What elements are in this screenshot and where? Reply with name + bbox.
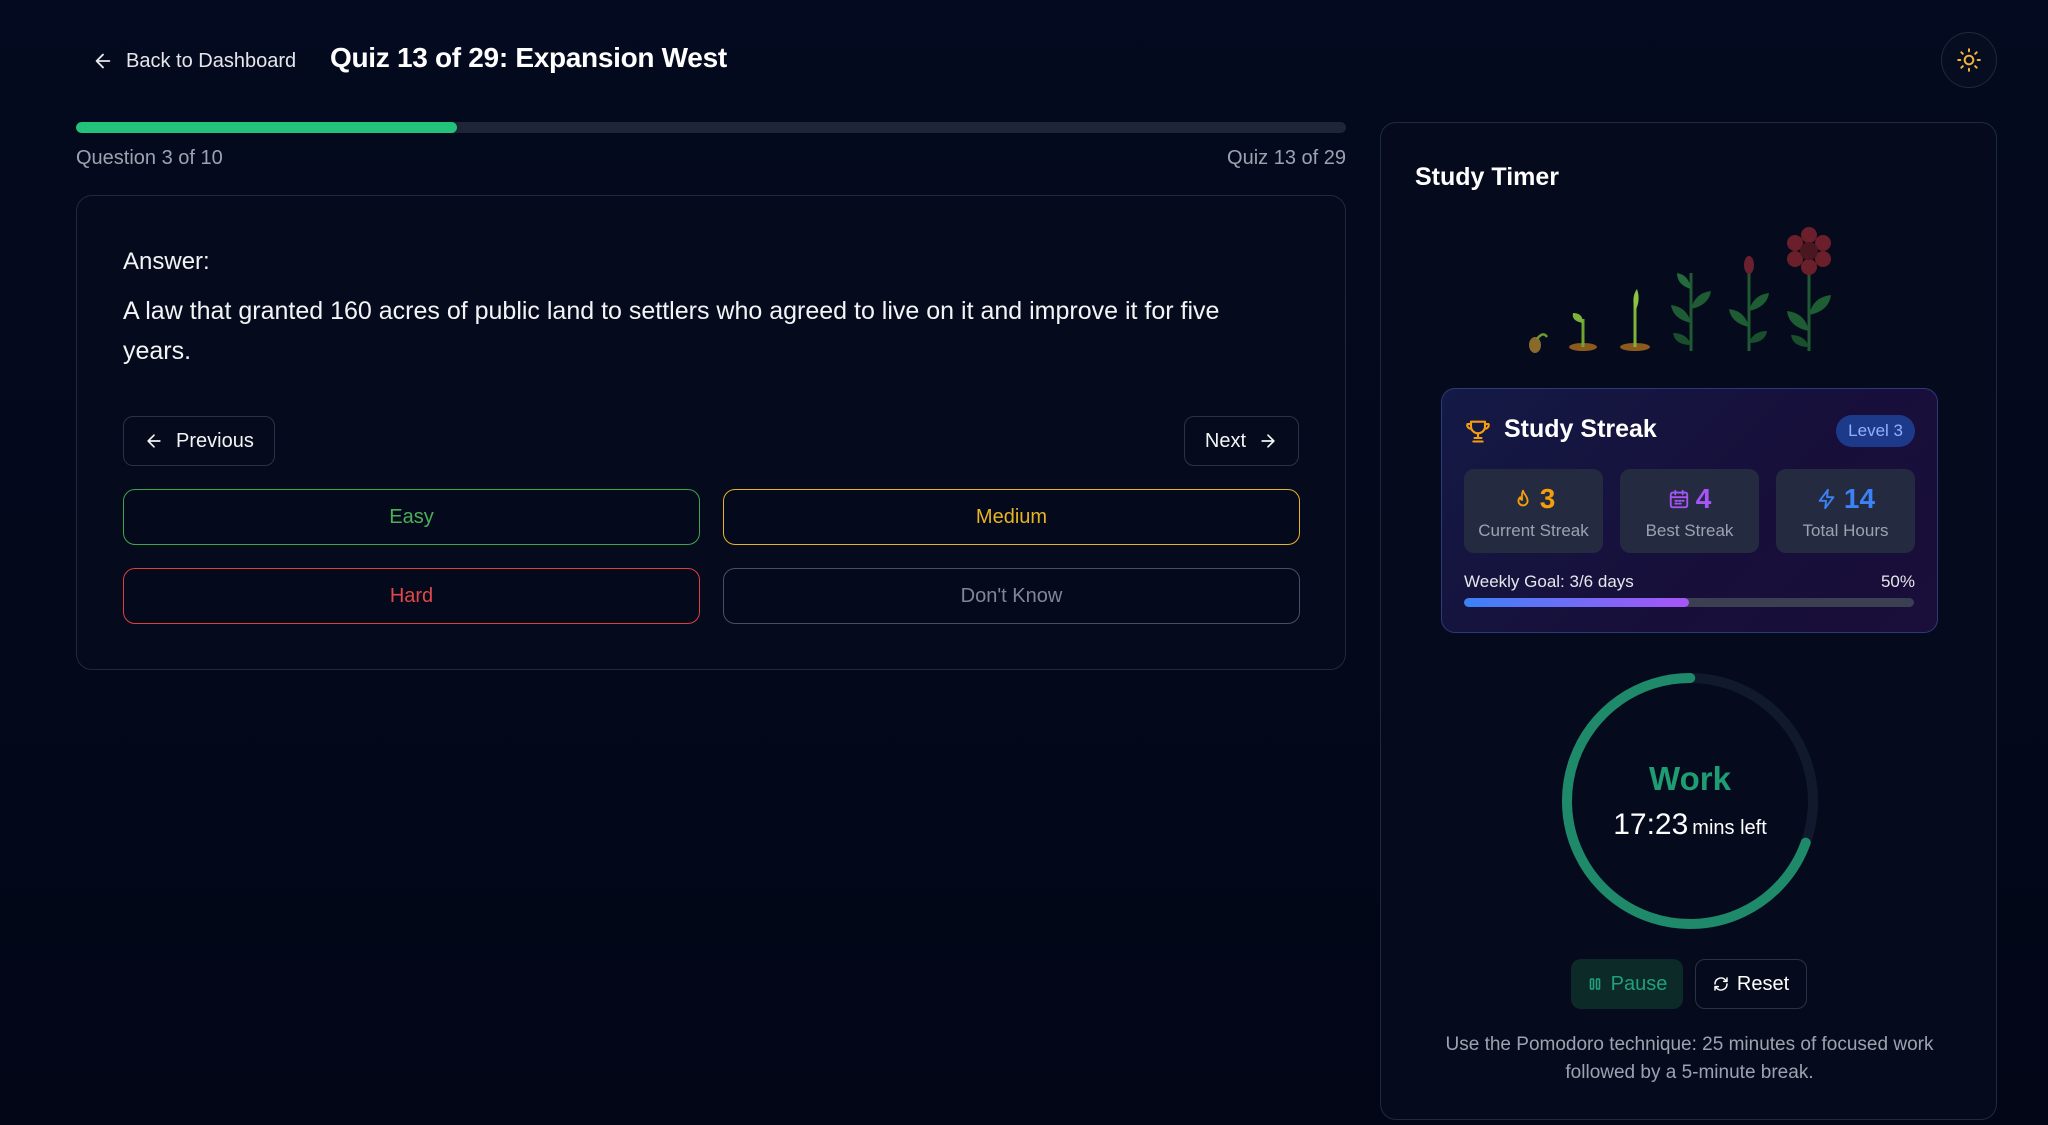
easy-button[interactable]: Easy <box>123 489 700 545</box>
answer-heading: Answer: <box>123 248 210 275</box>
weekly-goal-label: Weekly Goal: 3/6 days <box>1464 572 1634 591</box>
weekly-goal-progress-fill <box>1464 598 1689 607</box>
flashcard[interactable]: Answer: A law that granted 160 acres of … <box>76 195 1346 670</box>
total-hours-value: 14 <box>1843 483 1876 514</box>
reset-label: Reset <box>1736 972 1790 995</box>
best-streak-stat: 4 Best Streak <box>1620 469 1759 553</box>
previous-label: Previous <box>176 429 254 452</box>
pomodoro-tip: Use the Pomodoro technique: 25 minutes o… <box>1445 1034 1934 1083</box>
sun-icon <box>1957 48 1981 72</box>
timer-mode: Work <box>1649 760 1731 797</box>
best-streak-value: 4 <box>1695 483 1712 514</box>
current-streak-stat: 3 Current Streak <box>1464 469 1603 553</box>
previous-button[interactable]: Previous <box>123 416 275 466</box>
quiz-counter: Quiz 13 of 29 <box>1227 147 1346 169</box>
arrow-right-icon <box>1261 434 1275 448</box>
dont-know-button[interactable]: Don't Know <box>723 568 1300 624</box>
total-hours-stat: 14 Total Hours <box>1776 469 1915 553</box>
study-timer-title: Study Timer <box>1415 163 1560 191</box>
sprout-icon <box>1569 313 1597 351</box>
plant-growth-illustration <box>1529 227 1831 353</box>
total-hours-label: Total Hours <box>1802 521 1889 540</box>
quiz-progress-bar <box>76 122 1346 133</box>
pause-icon <box>1589 978 1600 990</box>
study-timer-panel: Study Timer Study Streak Level 3 3 Curre… <box>1380 122 1997 1120</box>
hard-button[interactable]: Hard <box>123 568 700 624</box>
current-streak-value: 3 <box>1539 483 1556 514</box>
lightning-icon <box>1818 488 1835 510</box>
trophy-icon <box>1466 420 1490 443</box>
young-plant-icon <box>1671 273 1711 351</box>
medium-button[interactable]: Medium <box>723 489 1300 545</box>
current-streak-label: Current Streak <box>1478 521 1589 540</box>
flame-icon <box>1517 489 1529 507</box>
arrow-left-icon <box>95 53 111 69</box>
flower-icon <box>1787 227 1831 351</box>
back-label: Back to Dashboard <box>126 49 297 72</box>
budding-plant-icon <box>1729 256 1769 351</box>
weekly-goal-percent: 50% <box>1880 572 1915 591</box>
header: Back to Dashboard Quiz 13 of 29: Expansi… <box>0 0 2048 120</box>
calendar-icon <box>1669 489 1688 509</box>
arrow-left-icon <box>147 434 161 448</box>
timer-unit: mins left <box>1692 817 1767 839</box>
timer-time: 17:23 <box>1613 808 1689 841</box>
theme-toggle-button[interactable] <box>1941 32 1997 88</box>
study-streak-card: Study Streak Level 3 3 Current Streak 4 … <box>1441 388 1938 633</box>
reset-button[interactable]: Reset <box>1695 959 1807 1009</box>
weekly-goal-progress-bar <box>1464 598 1914 607</box>
study-streak-title: Study Streak <box>1504 415 1657 443</box>
quiz-progress-fill <box>76 122 457 133</box>
back-to-dashboard-link[interactable]: Back to Dashboard <box>92 44 296 78</box>
pause-label: Pause <box>1610 972 1668 995</box>
answer-text: A law that granted 160 acres of public l… <box>123 297 1220 365</box>
timer-ring: Work 17:23 mins left <box>1557 668 1823 934</box>
best-streak-label: Best Streak <box>1645 521 1734 540</box>
next-label: Next <box>1204 429 1246 452</box>
timer-remaining: 17:23 mins left <box>1557 808 1823 842</box>
seed-icon <box>1529 333 1549 353</box>
level-badge: Level 3 <box>1836 415 1915 447</box>
page-title: Quiz 13 of 29: Expansion West <box>330 42 727 73</box>
timer-ring-progress <box>1562 673 1818 929</box>
next-button[interactable]: Next <box>1183 416 1299 466</box>
seedling-icon <box>1620 289 1650 351</box>
refresh-icon <box>1714 977 1728 991</box>
pause-button[interactable]: Pause <box>1571 959 1683 1009</box>
question-counter: Question 3 of 10 <box>76 147 223 169</box>
